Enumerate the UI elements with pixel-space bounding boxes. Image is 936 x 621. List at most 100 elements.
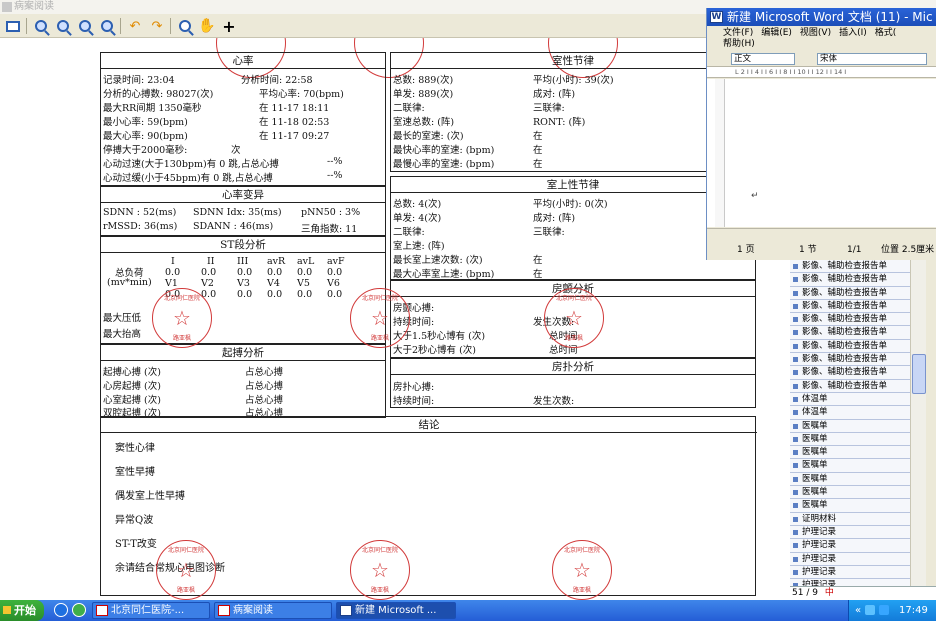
start-button[interactable]: 开始: [0, 600, 44, 621]
word-title-bar[interactable]: W 新建 Microsoft Word 文档 (11) - Mic: [707, 8, 936, 26]
word-document-body[interactable]: ↵: [707, 79, 936, 227]
record-list-item[interactable]: 影像、辅助检查报告单: [790, 339, 910, 354]
menu-format[interactable]: 格式(: [875, 28, 897, 38]
aflutter-section: 房扑分析 房扑心搏: 持续时间: 发生次数:: [390, 358, 756, 408]
record-list-item[interactable]: 医嘱单: [790, 432, 910, 447]
st-value: 0.0: [267, 289, 283, 300]
search-icon[interactable]: [176, 17, 194, 35]
pause-count: 次: [231, 145, 241, 156]
fit-window-icon[interactable]: [4, 17, 22, 35]
taskbar-case-reader[interactable]: 病案阅读: [214, 602, 332, 619]
menu-help[interactable]: 帮助(H): [723, 39, 755, 49]
list-scroll-thumb[interactable]: [912, 354, 926, 394]
record-list-item[interactable]: 医嘱单: [790, 486, 910, 500]
ie-icon[interactable]: [54, 603, 68, 617]
record-list-item[interactable]: 影像、辅助检查报告单: [790, 286, 910, 300]
taskbar: 开始 北京同仁医院-... 病案阅读 新建 Microsoft ... « 17…: [0, 600, 936, 621]
record-list-item[interactable]: 护理记录: [790, 539, 910, 553]
tray-arrow-icon[interactable]: «: [855, 600, 861, 621]
word-view-buttons[interactable]: [707, 228, 936, 240]
taskbar-hospital[interactable]: 北京同仁医院-...: [92, 602, 210, 619]
pacing-line: 心室起搏 (次): [103, 395, 161, 406]
word-title: 新建 Microsoft Word 文档 (11) - Mic: [727, 10, 933, 24]
taskbar-word[interactable]: 新建 Microsoft ...: [336, 602, 456, 619]
zoom-in-icon[interactable]: [54, 17, 72, 35]
hospital-stamp: 北京同仁医院 ☆ 路亚枫: [156, 540, 216, 600]
record-list-item[interactable]: 影像、辅助检查报告单: [790, 273, 910, 287]
ventricular-title: 室性节律: [391, 53, 755, 69]
record-list-item[interactable]: 医嘱单: [790, 459, 910, 473]
record-list-item[interactable]: 影像、辅助检查报告单: [790, 326, 910, 340]
svt-max-at: 在: [533, 269, 543, 280]
menu-view[interactable]: 视图(V): [800, 28, 831, 38]
st-value: 0.0: [237, 289, 253, 300]
triangular-index: 三角指数: 11: [301, 224, 358, 235]
record-list-item[interactable]: 影像、辅助检查报告单: [790, 379, 910, 393]
st-value: 0.0: [201, 267, 217, 278]
record-list-item[interactable]: 医嘱单: [790, 419, 910, 433]
vt-fastest-at: 在: [533, 145, 543, 156]
rotate-right-icon[interactable]: ↷: [148, 17, 166, 35]
menu-edit[interactable]: 编辑(E): [761, 28, 792, 38]
max-hr: 最大心率: 90(bpm): [103, 131, 188, 142]
record-list-item[interactable]: 影像、辅助检查报告单: [790, 260, 910, 274]
record-list-item[interactable]: 护理记录: [790, 565, 910, 580]
st-value: 0.0: [165, 267, 181, 278]
record-list-item[interactable]: 体温单: [790, 406, 910, 420]
record-list-item[interactable]: 影像、辅助检查报告单: [790, 366, 910, 380]
min-hr-time: 在 11-18 02:53: [259, 117, 330, 128]
afl-duration: 持续时间:: [393, 396, 435, 407]
zoom-fit-icon[interactable]: [98, 17, 116, 35]
pacing-line: 占总心搏: [245, 381, 284, 392]
sdnn: SDNN : 52(ms): [103, 207, 177, 218]
font-combo[interactable]: 宋体: [817, 53, 927, 65]
word-window[interactable]: W 新建 Microsoft Word 文档 (11) - Mic 文件(F) 编…: [706, 8, 936, 260]
clock[interactable]: 17:49: [899, 600, 928, 621]
record-list-item[interactable]: 证明材料: [790, 512, 910, 526]
list-scrollbar[interactable]: [910, 260, 926, 600]
word-app-icon: W: [710, 11, 723, 23]
menu-file[interactable]: 文件(F): [723, 28, 753, 38]
st-value: 0.0: [327, 289, 343, 300]
record-list-item[interactable]: 影像、辅助检查报告单: [790, 353, 910, 367]
hospital-stamp: 北京同仁医院 ☆ 路亚枫: [350, 288, 410, 348]
word-ruler: L 2 I I 4 I I 6 I I 8 I I 10 I I 12 I I …: [707, 66, 936, 78]
vt-fastest: 最快心率的室速: (bpm): [393, 145, 495, 156]
svt-longest: 最长室上速次数: (次): [393, 255, 483, 266]
record-list-item[interactable]: 体温单: [790, 392, 910, 407]
record-list-item[interactable]: 影像、辅助检查报告单: [790, 313, 910, 327]
network-icon[interactable]: [865, 605, 875, 615]
analyzed-beats: 分析的心搏数: 98027(次): [103, 89, 214, 100]
volume-icon[interactable]: [879, 605, 889, 615]
zoom-actual-icon[interactable]: [76, 17, 94, 35]
record-list-item[interactable]: 医嘱单: [790, 472, 910, 487]
add-button[interactable]: +: [220, 17, 238, 36]
rotate-left-icon[interactable]: ↶: [126, 17, 144, 35]
record-list-item[interactable]: 医嘱单: [790, 499, 910, 513]
record-list-item[interactable]: 影像、辅助检查报告单: [790, 299, 910, 314]
app-icon: [96, 605, 108, 616]
document-view[interactable]: 心率 记录时间: 23:04 分析时间: 22:58 分析的心搏数: 98027…: [0, 38, 790, 600]
vt-total: 室速总数: (阵): [393, 117, 455, 128]
menu-insert[interactable]: 插入(I): [839, 28, 867, 38]
status-position: 位置 2.5厘米: [881, 245, 935, 255]
st-header: II: [207, 256, 215, 267]
ecg-report-page: 心率 记录时间: 23:04 分析时间: 22:58 分析的心搏数: 98027…: [96, 38, 776, 600]
ventricular-section: 室性节律 总数: 889(次) 平均(小时): 39(次) 单发: 889(次)…: [390, 52, 756, 172]
record-list-item[interactable]: 医嘱单: [790, 446, 910, 460]
record-list-item[interactable]: 护理记录: [790, 525, 910, 540]
conclusion-item: 偶发室上性早搏: [115, 491, 185, 502]
heart-rate-section: 心率 记录时间: 23:04 分析时间: 22:58 分析的心搏数: 98027…: [100, 52, 386, 186]
st-header: V1: [165, 278, 178, 289]
style-combo[interactable]: 正文: [731, 53, 795, 65]
tachy-label: 心动过速(大于130bpm)有 0 跳,占总心搏: [103, 159, 279, 170]
desktop-icon[interactable]: [72, 603, 86, 617]
ime-mode[interactable]: 中: [825, 588, 834, 598]
sv-single: 单发: 4(次): [393, 213, 442, 224]
paragraph-mark: ↵: [751, 191, 759, 201]
hospital-stamp: 北京同仁医院 ☆ 路亚枫: [544, 288, 604, 348]
record-list-item[interactable]: 护理记录: [790, 552, 910, 566]
pan-hand-icon[interactable]: ✋: [198, 17, 216, 35]
ime-bar[interactable]: 51 / 9 中: [790, 586, 936, 600]
zoom-out-icon[interactable]: [32, 17, 50, 35]
